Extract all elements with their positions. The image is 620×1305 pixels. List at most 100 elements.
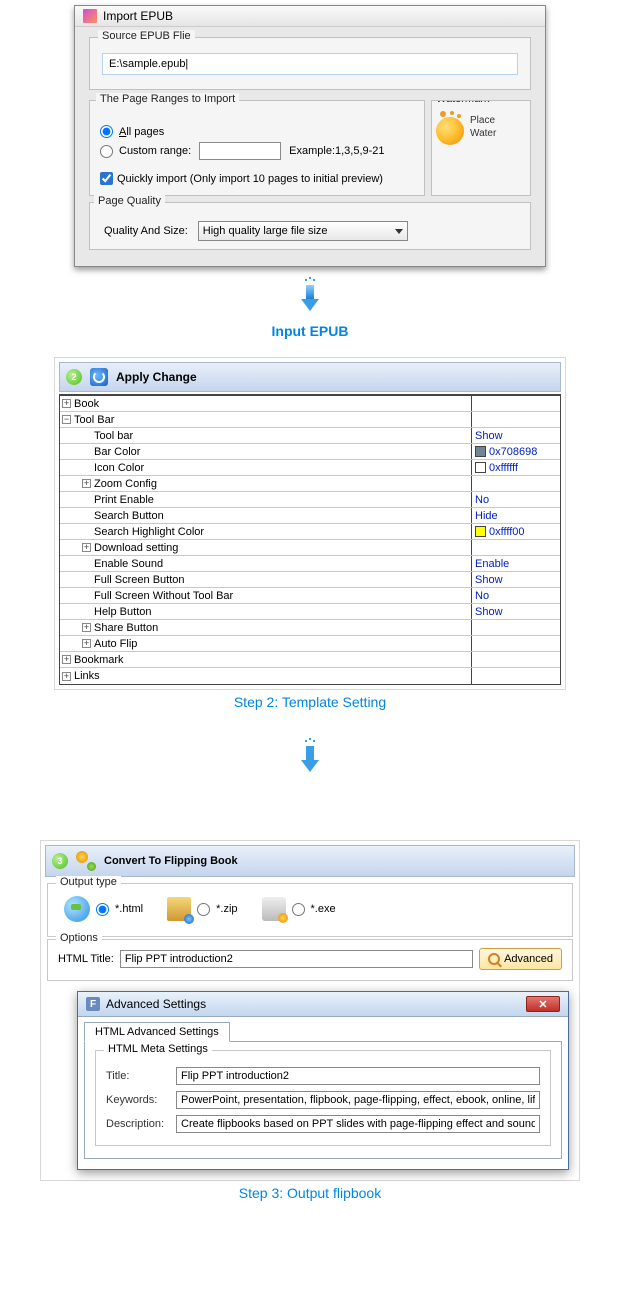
property-value[interactable]: 0xffffff: [472, 460, 560, 475]
property-value[interactable]: [472, 620, 560, 635]
advanced-button[interactable]: Advanced: [479, 948, 562, 970]
property-value[interactable]: 0xffff00: [472, 524, 560, 539]
property-label: Help Button: [94, 606, 151, 618]
titlebar: Import EPUB: [75, 6, 545, 27]
quality-select[interactable]: High quality large file size: [198, 221, 408, 241]
property-value[interactable]: Hide: [472, 508, 560, 523]
tree-expander-icon[interactable]: +: [62, 655, 71, 664]
output-html-label: *.html: [115, 903, 143, 915]
property-row[interactable]: +Share Button: [60, 620, 560, 636]
property-value[interactable]: [472, 668, 560, 684]
property-value[interactable]: [472, 540, 560, 555]
wm-line2: Water: [470, 128, 496, 139]
property-value[interactable]: Show: [472, 428, 560, 443]
convert-panel: 3 Convert To Flipping Book Output type *…: [40, 840, 580, 1181]
property-row[interactable]: Full Screen ButtonShow: [60, 572, 560, 588]
tree-expander-icon[interactable]: +: [82, 623, 91, 632]
property-value[interactable]: Show: [472, 572, 560, 587]
property-row[interactable]: Print EnableNo: [60, 492, 560, 508]
convert-title: Convert To Flipping Book: [104, 855, 238, 867]
property-row[interactable]: Full Screen Without Tool BarNo: [60, 588, 560, 604]
watermark-group: Watermark Place Water: [431, 100, 531, 196]
refresh-icon[interactable]: [90, 368, 108, 386]
tree-expander-icon[interactable]: +: [82, 639, 91, 648]
globe-icon: [64, 896, 90, 922]
property-row[interactable]: +Links: [60, 668, 560, 684]
property-row[interactable]: Search Button Hide: [60, 508, 560, 524]
custom-range-radio[interactable]: [100, 145, 113, 158]
output-html-radio[interactable]: [96, 903, 109, 916]
step3-caption: Step 3: Output flipbook: [0, 1181, 620, 1219]
exe-icon: [262, 897, 286, 921]
meta-keywords-input[interactable]: [176, 1091, 540, 1109]
apply-change-title: Apply Change: [116, 370, 197, 384]
watermark-legend: Watermark: [432, 100, 493, 105]
all-pages-radio[interactable]: [100, 125, 113, 138]
zip-icon: [167, 897, 191, 921]
magnifier-icon: [488, 953, 500, 965]
html-title-label: HTML Title:: [58, 953, 114, 965]
output-exe-radio[interactable]: [292, 903, 305, 916]
tab-html-advanced[interactable]: HTML Advanced Settings: [84, 1022, 230, 1042]
color-swatch: [475, 526, 486, 537]
property-label: Tool bar: [94, 430, 133, 442]
property-value[interactable]: [472, 412, 560, 427]
color-swatch: [475, 462, 486, 473]
quality-legend: Page Quality: [94, 195, 165, 207]
property-row[interactable]: +Auto Flip: [60, 636, 560, 652]
meta-desc-input[interactable]: [176, 1115, 540, 1133]
property-value[interactable]: 0x708698: [472, 444, 560, 459]
property-row[interactable]: −Tool Bar: [60, 412, 560, 428]
html-title-input[interactable]: [120, 950, 473, 968]
app-badge-icon: F: [86, 997, 100, 1011]
tree-expander-icon[interactable]: +: [82, 479, 91, 488]
color-swatch: [475, 446, 486, 457]
meta-legend: HTML Meta Settings: [104, 1043, 212, 1055]
source-file-input[interactable]: [102, 53, 518, 75]
output-zip-radio[interactable]: [197, 903, 210, 916]
source-file-group: Source EPUB Flie: [89, 37, 531, 90]
arrow-separator-2: [0, 728, 620, 780]
property-tree-table[interactable]: +Book−Tool BarTool barShowBar Color0x708…: [59, 394, 561, 685]
property-value[interactable]: [472, 636, 560, 651]
property-label: Search Highlight Color: [94, 526, 204, 538]
property-row[interactable]: Enable Sound Enable: [60, 556, 560, 572]
property-label: Enable Sound: [94, 558, 163, 570]
property-label: Search Button: [94, 510, 164, 522]
tree-expander-icon[interactable]: +: [62, 399, 71, 408]
down-arrow-icon: [295, 736, 325, 776]
quality-value: High quality large file size: [203, 225, 328, 237]
property-label: Download setting: [94, 542, 178, 554]
property-row[interactable]: Help Button Show: [60, 604, 560, 620]
meta-keywords-label: Keywords:: [106, 1094, 168, 1106]
all-pages-label: AAll pagesll pages: [119, 126, 164, 138]
adv-titlebar: F Advanced Settings ✕: [78, 992, 568, 1017]
property-row[interactable]: +Bookmark: [60, 652, 560, 668]
property-label: Share Button: [94, 622, 158, 634]
tree-expander-icon[interactable]: −: [62, 415, 71, 424]
property-value[interactable]: [472, 396, 560, 411]
property-value[interactable]: No: [472, 492, 560, 507]
property-row[interactable]: +Download setting: [60, 540, 560, 556]
close-button[interactable]: ✕: [526, 996, 560, 1012]
property-row[interactable]: Bar Color0x708698: [60, 444, 560, 460]
property-row[interactable]: Search Highlight Color 0xffff00: [60, 524, 560, 540]
property-row[interactable]: Tool bar Show: [60, 428, 560, 444]
property-value[interactable]: [472, 652, 560, 667]
property-row[interactable]: +Zoom Config: [60, 476, 560, 492]
tree-expander-icon[interactable]: +: [62, 672, 71, 681]
property-label: Icon Color: [94, 462, 144, 474]
property-row[interactable]: +Book: [60, 396, 560, 412]
quick-import-checkbox[interactable]: [100, 172, 113, 185]
property-value[interactable]: Show: [472, 604, 560, 619]
property-value[interactable]: [472, 476, 560, 491]
advanced-settings-dialog: F Advanced Settings ✕ HTML Advanced Sett…: [77, 991, 569, 1170]
property-label: Links: [74, 670, 100, 682]
meta-title-input[interactable]: [176, 1067, 540, 1085]
property-value[interactable]: No: [472, 588, 560, 603]
tree-expander-icon[interactable]: +: [82, 543, 91, 552]
property-value[interactable]: Enable: [472, 556, 560, 571]
template-setting-panel: 2 Apply Change +Book−Tool BarTool barSho…: [54, 357, 566, 690]
custom-range-input[interactable]: [199, 142, 281, 160]
property-row[interactable]: Icon Color 0xffffff: [60, 460, 560, 476]
